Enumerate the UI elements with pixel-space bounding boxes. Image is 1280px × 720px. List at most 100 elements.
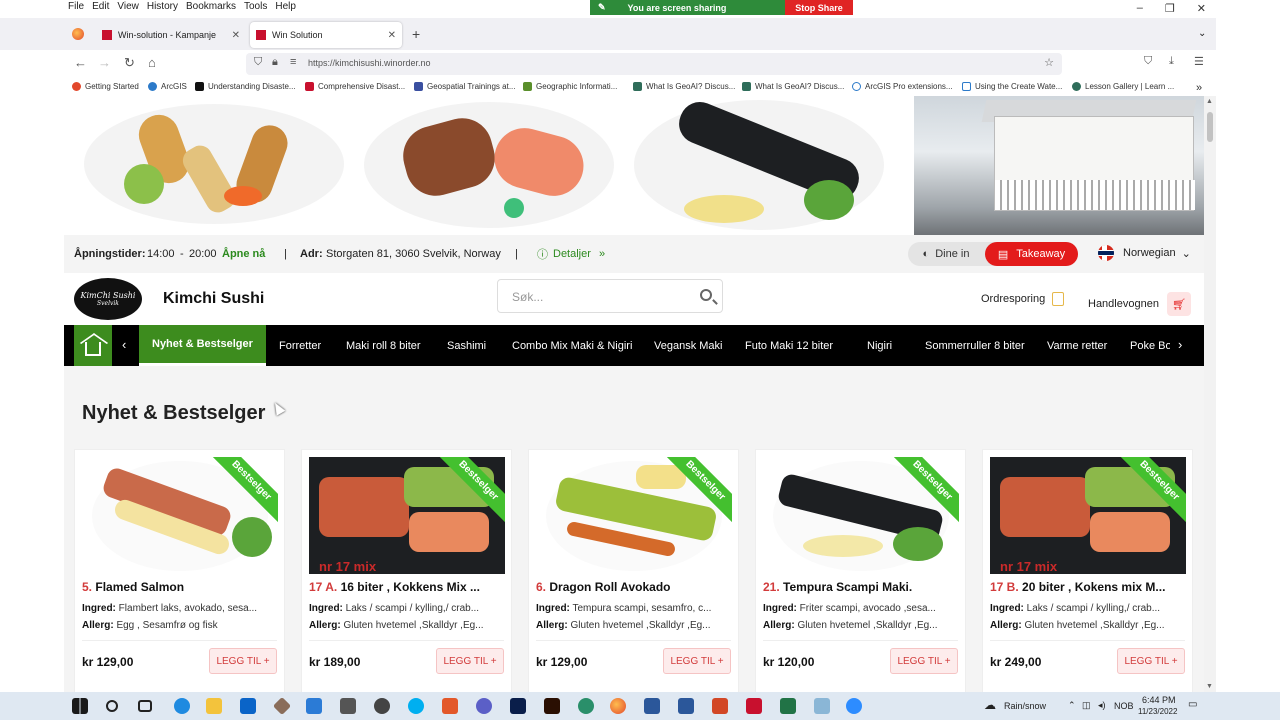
scroll-up-icon[interactable]: ▲ xyxy=(1206,98,1213,105)
tab-close-icon[interactable]: ✕ xyxy=(388,30,396,41)
permissions-icon[interactable]: ≡ xyxy=(290,56,296,68)
category-nyhet-bestselger[interactable]: Nyhet & Bestselger xyxy=(139,325,266,366)
bookmark-item[interactable]: Lesson Gallery | Learn ... xyxy=(1072,82,1174,91)
add-to-cart-button[interactable]: LEGG TIL + xyxy=(663,648,731,674)
word-icon[interactable] xyxy=(678,698,694,714)
bookmark-item[interactable]: Understanding Disaste... xyxy=(195,82,296,91)
firefox-view-icon[interactable] xyxy=(72,28,84,40)
add-to-cart-button[interactable]: LEGG TIL + xyxy=(436,648,504,674)
menu-bookmarks[interactable]: Bookmarks xyxy=(186,1,236,12)
network-icon[interactable]: ◫ xyxy=(1082,700,1091,711)
category-sashimi[interactable]: Sashimi xyxy=(447,325,486,366)
bookmark-item[interactable]: Geographic Informati... xyxy=(523,82,617,91)
back-icon[interactable]: ← xyxy=(74,55,87,70)
bookmark-item[interactable]: Comprehensive Disast... xyxy=(305,82,405,91)
input-language[interactable]: NOB xyxy=(1114,701,1134,711)
scroll-down-icon[interactable]: ▼ xyxy=(1206,683,1213,690)
menu-help[interactable]: Help xyxy=(275,1,296,12)
product-card[interactable]: nr 17 mix Bestselger 17 B. 20 biter , Ko… xyxy=(982,449,1193,692)
word-icon[interactable] xyxy=(644,698,660,714)
volume-icon[interactable]: ◂) xyxy=(1098,700,1106,711)
app-icon[interactable] xyxy=(340,698,356,714)
restaurant-logo[interactable]: KimChi Sushi Svelvik xyxy=(74,278,142,320)
chevron-right-icon[interactable]: › xyxy=(1178,337,1182,352)
tab-close-icon[interactable]: ✕ xyxy=(232,30,240,41)
app-icon[interactable] xyxy=(306,698,322,714)
bookmark-star-icon[interactable]: ☆ xyxy=(1044,56,1054,69)
photoshop-icon[interactable] xyxy=(510,698,526,714)
dine-in-option[interactable]: ◐ Dine in xyxy=(908,242,984,266)
scrollbar-thumb[interactable] xyxy=(1207,112,1213,142)
list-tabs-icon[interactable]: ⌄ xyxy=(1198,28,1206,39)
address-bar[interactable]: ⛉ 🔒︎ ≡ https://kimchisushi.winorder.no ☆ xyxy=(246,53,1062,75)
pocket-icon[interactable]: ⛉ xyxy=(1144,55,1152,68)
weather-icon[interactable]: ☁︎ xyxy=(984,698,996,712)
page-scrollbar[interactable]: ▲ ▼ xyxy=(1204,96,1216,692)
home-button[interactable] xyxy=(74,325,112,366)
bookmark-item[interactable]: ArcGIS xyxy=(148,82,187,91)
home-icon[interactable]: ⌂ xyxy=(148,55,156,70)
illustrator-icon[interactable] xyxy=(544,698,560,714)
notifications-icon[interactable]: ▭ xyxy=(1188,699,1197,710)
category-poke-bowl[interactable]: Poke Bo xyxy=(1130,325,1170,366)
powerpoint-icon[interactable] xyxy=(712,698,728,714)
downloads-icon[interactable]: ⤓ xyxy=(1169,55,1174,68)
new-tab-icon[interactable]: + xyxy=(412,26,420,42)
menu-file[interactable]: File xyxy=(68,1,84,12)
app-icon[interactable] xyxy=(272,696,292,716)
category-sommerruller[interactable]: Sommerruller 8 biter xyxy=(925,325,1025,366)
bookmark-item[interactable]: What Is GeoAI? Discus... xyxy=(633,82,735,91)
app-icon[interactable] xyxy=(814,698,830,714)
menu-tools[interactable]: Tools xyxy=(244,1,267,12)
zoom-icon[interactable] xyxy=(846,698,862,714)
category-futo-maki[interactable]: Futo Maki 12 biter xyxy=(745,325,833,366)
product-card[interactable]: Bestselger 5. Flamed Salmon Ingred: Flam… xyxy=(74,449,285,692)
language-app-icon[interactable] xyxy=(374,698,390,714)
firefox-icon[interactable] xyxy=(610,698,626,714)
reload-icon[interactable]: ↻ xyxy=(124,55,135,71)
file-explorer-icon[interactable] xyxy=(206,698,222,714)
bookmark-item[interactable]: What Is GeoAI? Discus... xyxy=(742,82,844,91)
bookmark-item[interactable]: ArcGIS Pro extensions... xyxy=(852,82,953,91)
product-card[interactable]: Bestselger 6. Dragon Roll Avokado Ingred… xyxy=(528,449,739,692)
app-menu-icon[interactable]: ☰ xyxy=(1194,55,1204,68)
category-nigiri[interactable]: Nigiri xyxy=(867,325,892,366)
forward-icon[interactable]: → xyxy=(98,55,111,70)
category-vegansk-maki[interactable]: Vegansk Maki xyxy=(654,325,722,366)
menu-history[interactable]: History xyxy=(147,1,178,12)
clock-date[interactable]: 11/23/2022 xyxy=(1138,707,1177,716)
stop-share-button[interactable]: Stop Share xyxy=(785,0,853,15)
task-view-icon[interactable] xyxy=(138,700,152,712)
minimize-icon[interactable]: – xyxy=(1137,2,1143,15)
office-icon[interactable] xyxy=(442,698,458,714)
tracking-shield-icon[interactable]: ⛉ xyxy=(254,56,262,69)
language-selector[interactable]: Norwegian ⌄ xyxy=(1098,245,1191,261)
skype-icon[interactable] xyxy=(408,698,424,714)
search-icon[interactable] xyxy=(106,700,118,712)
category-varme-retter[interactable]: Varme retter xyxy=(1047,325,1107,366)
tray-chevron-icon[interactable]: ⌃ xyxy=(1068,700,1076,711)
app-icon[interactable] xyxy=(578,698,594,714)
category-combo-mix[interactable]: Combo Mix Maki & Nigiri xyxy=(512,325,632,366)
menu-view[interactable]: View xyxy=(117,1,139,12)
add-to-cart-button[interactable]: LEGG TIL + xyxy=(1117,648,1185,674)
search-icon[interactable] xyxy=(700,289,712,301)
acrobat-icon[interactable] xyxy=(746,698,762,714)
teams-icon[interactable] xyxy=(476,698,492,714)
product-card[interactable]: Bestselger 21. Tempura Scampi Maki. Ingr… xyxy=(755,449,966,692)
chevron-left-icon[interactable]: ‹ xyxy=(122,337,126,352)
add-to-cart-button[interactable]: LEGG TIL + xyxy=(890,648,958,674)
add-to-cart-button[interactable]: LEGG TIL + xyxy=(209,648,277,674)
category-maki-roll[interactable]: Maki roll 8 biter xyxy=(346,325,421,366)
bookmark-item[interactable]: Getting Started xyxy=(72,82,139,91)
search-input[interactable]: Søk... xyxy=(497,279,723,313)
close-window-icon[interactable]: ✕ xyxy=(1197,2,1206,15)
tab-win-solution[interactable]: Win Solution ✕ xyxy=(250,22,402,48)
details-link[interactable]: Detaljer xyxy=(553,248,591,260)
bookmark-item[interactable]: Geospatial Trainings at... xyxy=(414,82,516,91)
product-card[interactable]: nr 17 mix Bestselger 17 A. 16 biter , Ko… xyxy=(301,449,512,692)
cart-link[interactable]: Handlevognen 🛒︎ xyxy=(1088,292,1191,316)
bookmark-item[interactable]: Using the Create Wate... xyxy=(962,82,1062,91)
outlook-icon[interactable] xyxy=(240,698,256,714)
more-bookmarks-icon[interactable]: » xyxy=(1196,82,1202,94)
